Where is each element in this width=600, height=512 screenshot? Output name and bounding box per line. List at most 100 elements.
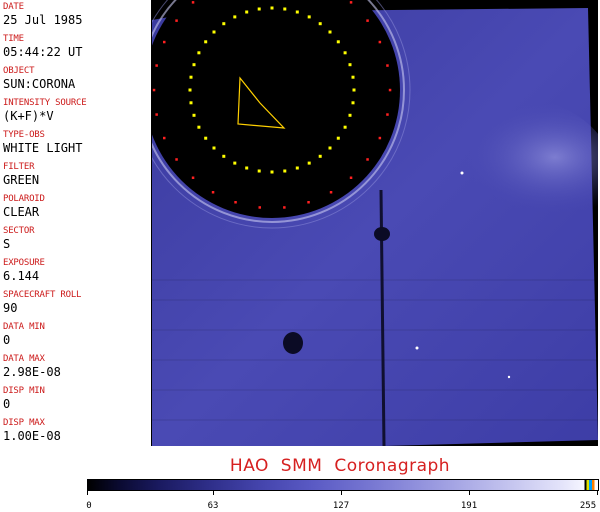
field-label: INTENSITY SOURCE xyxy=(3,98,87,108)
limb-marker xyxy=(222,154,226,158)
field-spacecraft-roll: SPACECRAFT ROLL 90 xyxy=(3,290,81,315)
colorbar-tick-label: 191 xyxy=(460,501,478,511)
limb-marker xyxy=(343,125,347,129)
occulter-marker xyxy=(366,158,369,161)
field-polaroid: POLAROID CLEAR xyxy=(3,194,45,219)
colorbar-tick xyxy=(87,491,88,495)
limb-marker xyxy=(197,51,201,55)
limb-marker xyxy=(336,136,340,140)
field-disp-min: DISP MIN 0 xyxy=(3,386,45,411)
limb-marker xyxy=(188,88,192,92)
occulter-marker xyxy=(191,1,195,4)
field-filter: FILTER GREEN xyxy=(3,162,39,187)
field-label: OBJECT xyxy=(3,66,35,76)
limb-marker xyxy=(212,146,216,150)
occulter-marker xyxy=(152,88,156,92)
occulter-marker xyxy=(258,206,261,209)
limb-marker xyxy=(192,113,196,117)
field-label: DISP MIN xyxy=(3,386,45,396)
colorbar-tick-label: 127 xyxy=(332,501,350,511)
limb-marker xyxy=(283,7,287,11)
field-label: TYPE-OBS xyxy=(3,130,45,140)
limb-marker xyxy=(212,30,216,34)
star xyxy=(415,346,419,350)
limb-marker xyxy=(189,101,193,105)
occulter-marker xyxy=(388,88,392,92)
occulter-marker xyxy=(163,40,166,44)
colorbar-tick-label: 63 xyxy=(207,501,219,511)
occulter-marker xyxy=(163,136,166,140)
field-intensity-source: INTENSITY SOURCE (K+F)*V xyxy=(3,98,87,123)
limb-marker xyxy=(257,169,261,173)
colorbar-tick xyxy=(469,491,470,495)
occulter-marker xyxy=(234,201,237,204)
field-value: S xyxy=(3,237,11,251)
star xyxy=(460,171,464,175)
field-label: DATA MIN xyxy=(3,322,45,332)
coronagraph-svg xyxy=(152,0,598,446)
field-label: DISP MAX xyxy=(3,418,45,428)
limb-marker xyxy=(222,22,226,26)
field-label: POLAROID xyxy=(3,194,45,204)
field-value: WHITE LIGHT xyxy=(3,141,83,155)
limb-marker xyxy=(204,136,208,140)
occulter-marker xyxy=(155,113,158,116)
field-time: TIME 05:44:22 UT xyxy=(3,34,82,59)
limb-marker xyxy=(343,51,347,55)
field-value: GREEN xyxy=(3,173,40,187)
field-label: SECTOR xyxy=(3,226,35,236)
limb-marker xyxy=(257,7,261,11)
field-exposure: EXPOSURE 6.144 xyxy=(3,258,45,283)
occulter-marker xyxy=(349,1,353,4)
colorbar-tick xyxy=(213,491,214,495)
occulter-marker xyxy=(307,201,310,204)
field-label: TIME xyxy=(3,34,24,44)
limb-marker xyxy=(233,161,237,165)
occulter-marker xyxy=(329,191,333,194)
occulter-marker xyxy=(386,64,389,67)
limb-marker xyxy=(348,63,352,67)
occulter-marker xyxy=(283,206,286,209)
colorbar xyxy=(87,479,599,491)
colorbar-tick xyxy=(597,491,598,495)
occulter-marker xyxy=(191,176,195,179)
limb-marker xyxy=(270,6,274,10)
limb-marker xyxy=(283,169,287,173)
limb-marker xyxy=(192,63,196,67)
field-value: 05:44:22 UT xyxy=(3,45,83,59)
limb-marker xyxy=(307,161,311,165)
field-object: OBJECT SUN:CORONA xyxy=(3,66,75,91)
field-value: 6.144 xyxy=(3,269,40,283)
field-label: FILTER xyxy=(3,162,35,172)
field-value: SUN:CORONA xyxy=(3,77,76,91)
limb-marker xyxy=(233,15,237,19)
coronagraph-image xyxy=(152,0,598,446)
colorbar-tick-label: 0 xyxy=(86,501,92,511)
colorbar-tick xyxy=(341,491,342,495)
limb-marker xyxy=(351,75,355,79)
limb-marker xyxy=(318,22,322,26)
field-label: DATA MAX xyxy=(3,354,45,364)
occulter-marker xyxy=(175,158,178,161)
occulter-marker xyxy=(366,19,369,22)
field-data-min: DATA MIN 0 xyxy=(3,322,45,347)
limb-marker xyxy=(295,166,299,170)
limb-marker xyxy=(351,101,355,105)
limb-marker xyxy=(348,113,352,117)
field-value: (K+F)*V xyxy=(3,109,54,123)
field-value: 25 Jul 1985 xyxy=(3,13,83,27)
dust-spot xyxy=(283,332,303,354)
field-value: CLEAR xyxy=(3,205,40,219)
pylon-blob xyxy=(374,227,390,241)
limb-marker xyxy=(204,40,208,44)
metadata-panel: DATE 25 Jul 1985 TIME 05:44:22 UT OBJECT… xyxy=(0,0,152,446)
occulter-marker xyxy=(386,113,389,116)
field-label: EXPOSURE xyxy=(3,258,45,268)
star xyxy=(507,375,511,379)
limb-marker xyxy=(328,146,332,150)
field-type-obs: TYPE-OBS WHITE LIGHT xyxy=(3,130,82,155)
field-data-max: DATA MAX 2.98E-08 xyxy=(3,354,61,379)
field-value: 0 xyxy=(3,333,11,347)
occulter-marker xyxy=(211,191,215,194)
field-value: 0 xyxy=(3,397,11,411)
